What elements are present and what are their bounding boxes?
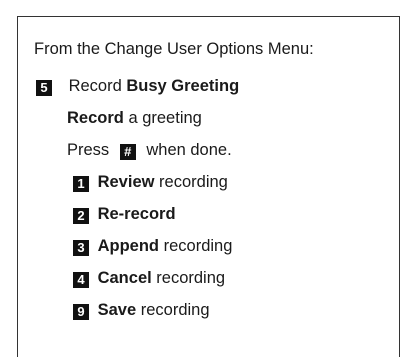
record-instruction: Record a greeting [67, 108, 202, 128]
option-label-bold: Review [97, 173, 155, 191]
hash-key-badge: # [119, 144, 136, 160]
press-instruction: Press # when done. [67, 140, 232, 160]
option-label-rest: recording [159, 237, 233, 255]
instruction-panel: From the Change User Options Menu: 5 Rec… [17, 16, 400, 357]
option-label-bold: Cancel [97, 269, 152, 287]
option-rerecord: 2 Re-record [73, 204, 176, 224]
option-review: 1 Review recording [73, 172, 228, 192]
step-title: Busy Greeting [126, 77, 240, 95]
option-label-bold: Re-record [97, 205, 176, 223]
option-label-rest: recording [136, 301, 210, 319]
option-key-badge: 9 [73, 304, 89, 320]
option-key-badge: 2 [73, 208, 89, 224]
menu-intro: From the Change User Options Menu: [34, 40, 314, 58]
option-key-badge: 1 [73, 176, 89, 192]
option-label-rest: recording [151, 269, 226, 287]
record-rest: a greeting [123, 109, 202, 127]
option-cancel: 4 Cancel recording [73, 268, 225, 288]
step-line: 5 Record Busy Greeting [36, 76, 239, 96]
option-label-bold: Save [97, 301, 137, 319]
option-append: 3 Append recording [73, 236, 232, 256]
step-pre: Record [68, 77, 127, 95]
record-bold: Record [67, 109, 124, 127]
option-key-badge: 3 [73, 240, 89, 256]
option-save: 9 Save recording [73, 300, 210, 320]
press-pre: Press [67, 141, 114, 159]
press-post: when done. [141, 141, 232, 159]
option-key-badge: 4 [73, 272, 89, 288]
option-label-rest: recording [154, 173, 228, 191]
option-label-bold: Append [97, 237, 160, 255]
step-key-badge: 5 [36, 80, 52, 96]
